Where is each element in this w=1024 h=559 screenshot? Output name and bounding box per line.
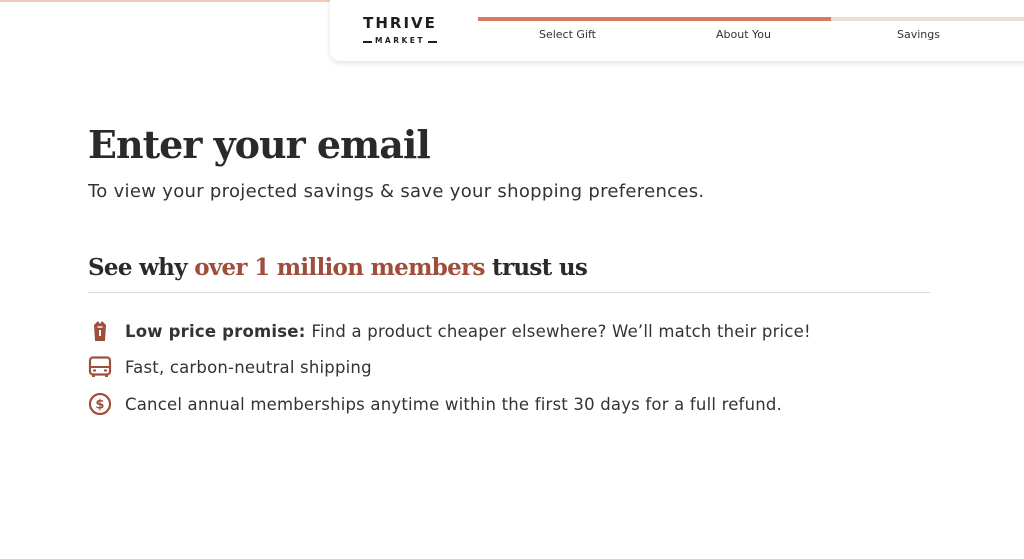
step-about-you: About You <box>716 28 771 41</box>
trust-heading-prefix: See why <box>88 254 195 281</box>
trust-heading-highlight: over 1 million members <box>194 254 485 281</box>
feature-text: Cancel annual memberships anytime within… <box>125 394 782 414</box>
trust-heading: See why over 1 million members trust us <box>88 254 588 281</box>
feature-low-price: Low price promise: Find a product cheape… <box>88 319 811 343</box>
delivery-truck-icon <box>88 356 112 377</box>
page-title: Enter your email <box>88 122 431 167</box>
thrive-market-logo[interactable]: THRIVE MARKET <box>360 14 440 50</box>
feature-text: Find a product cheaper elsewhere? We’ll … <box>311 321 811 341</box>
step-select-gift: Select Gift <box>538 28 596 41</box>
feature-text: Fast, carbon-neutral shipping <box>125 357 372 377</box>
page-subtitle: To view your projected savings & save yo… <box>88 181 705 202</box>
step-savings: Savings <box>897 28 940 41</box>
dollar-circle-icon: $ <box>88 392 112 416</box>
feature-shipping: Fast, carbon-neutral shipping <box>88 355 372 379</box>
header-bar: THRIVE MARKET Select Gift About You Savi… <box>330 0 1024 61</box>
progress-track <box>478 17 1024 21</box>
logo-wordmark-bottom: MARKET <box>360 36 440 45</box>
progress-fill <box>478 17 831 21</box>
section-divider <box>88 292 930 293</box>
svg-text:$: $ <box>95 398 104 413</box>
price-tag-bag-icon <box>94 321 106 341</box>
feature-bold-label: Low price promise: <box>125 321 306 341</box>
trust-heading-suffix: trust us <box>484 254 588 281</box>
feature-refund: $ Cancel annual memberships anytime with… <box>88 392 782 416</box>
logo-wordmark-top: THRIVE <box>363 14 437 32</box>
